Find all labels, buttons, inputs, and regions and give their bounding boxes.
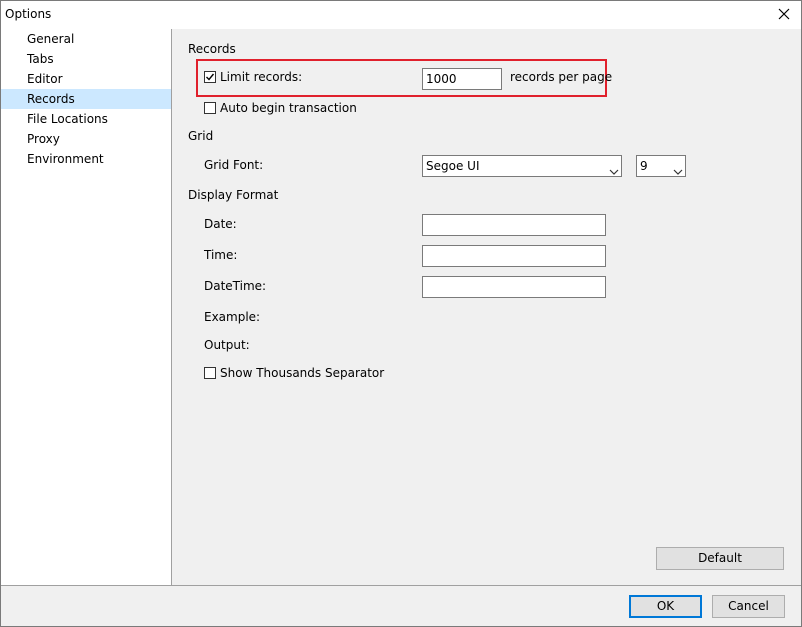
time-format-input[interactable] xyxy=(422,245,606,267)
datetime-format-label: DateTime: xyxy=(204,279,267,293)
records-section-title: Records xyxy=(188,42,236,56)
title-bar: Options xyxy=(1,1,801,29)
display-format-section-title: Display Format xyxy=(188,188,279,202)
example-label: Example: xyxy=(204,310,261,324)
cancel-button[interactable]: Cancel xyxy=(712,595,785,618)
sidebar-item-proxy[interactable]: Proxy xyxy=(1,129,171,149)
close-icon xyxy=(778,8,790,23)
limit-records-checkbox[interactable] xyxy=(204,71,216,83)
sidebar-item-tabs[interactable]: Tabs xyxy=(1,49,171,69)
grid-font-select[interactable]: Segoe UI xyxy=(422,155,622,177)
grid-font-value: Segoe UI xyxy=(426,159,480,173)
sidebar-item-environment[interactable]: Environment xyxy=(1,149,171,169)
sidebar-item-records[interactable]: Records xyxy=(1,89,171,109)
time-format-label: Time: xyxy=(204,248,238,262)
dialog-button-bar: OK Cancel xyxy=(1,585,801,626)
grid-font-size-value: 9 xyxy=(640,159,648,173)
auto-begin-transaction-label: Auto begin transaction xyxy=(220,101,357,115)
datetime-format-input[interactable] xyxy=(422,276,606,298)
thousands-separator-label: Show Thousands Separator xyxy=(220,366,385,380)
auto-begin-transaction-checkbox[interactable] xyxy=(204,102,216,114)
thousands-separator-checkbox[interactable] xyxy=(204,367,216,379)
limit-records-input[interactable]: 1000 xyxy=(422,68,502,90)
sidebar-item-general[interactable]: General xyxy=(1,29,171,49)
sidebar-item-editor[interactable]: Editor xyxy=(1,69,171,89)
records-per-page-label: records per page xyxy=(510,70,613,84)
chevron-down-icon xyxy=(609,162,619,182)
grid-font-size-select[interactable]: 9 xyxy=(636,155,686,177)
default-button[interactable]: Default xyxy=(656,547,784,570)
limit-records-label: Limit records: xyxy=(220,70,303,84)
date-format-label: Date: xyxy=(204,217,237,231)
grid-section-title: Grid xyxy=(188,129,214,143)
grid-font-label: Grid Font: xyxy=(204,158,264,172)
checkmark-icon xyxy=(206,73,215,81)
records-panel: Records Limit records: 1000 records per … xyxy=(172,29,801,585)
close-button[interactable] xyxy=(767,1,801,29)
window-title: Options xyxy=(5,7,52,21)
sidebar-item-file-locations[interactable]: File Locations xyxy=(1,109,171,129)
date-format-input[interactable] xyxy=(422,214,606,236)
options-dialog: Options General Tabs Editor Records File… xyxy=(0,0,802,627)
chevron-down-icon xyxy=(673,162,683,182)
ok-button[interactable]: OK xyxy=(629,595,702,618)
options-sidebar: General Tabs Editor Records File Locatio… xyxy=(1,29,172,585)
output-label: Output: xyxy=(204,338,250,352)
